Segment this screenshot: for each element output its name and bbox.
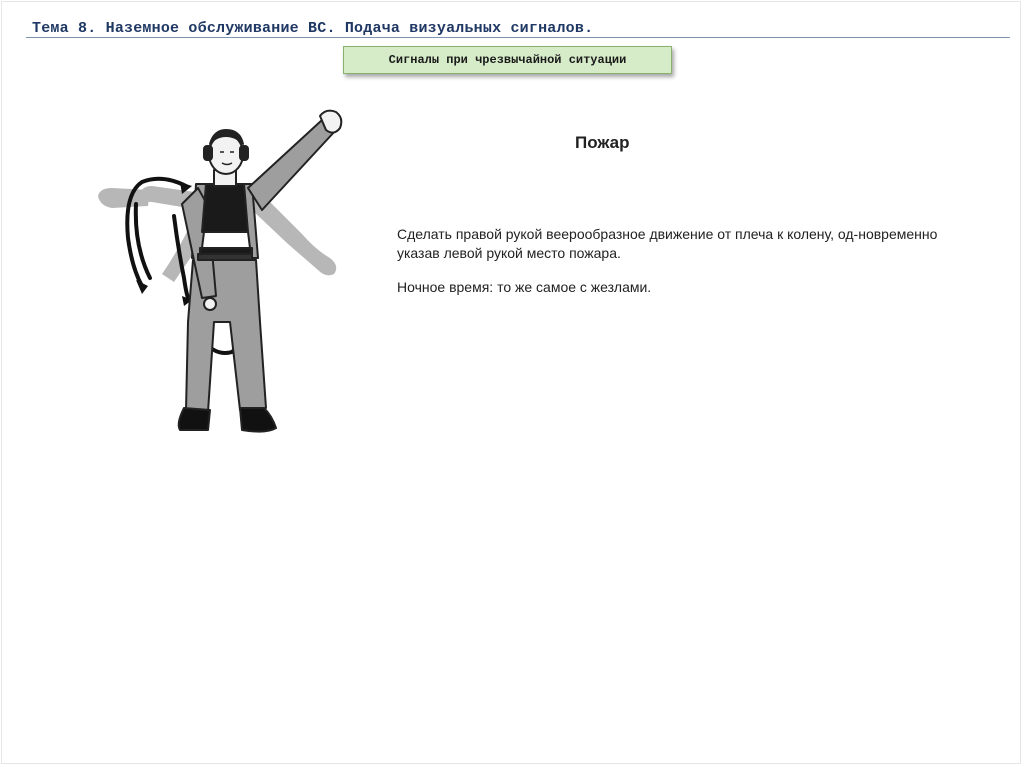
header-divider [26, 37, 1010, 38]
page-title: Тема 8. Наземное обслуживание ВС. Подача… [32, 20, 594, 37]
night-time-note: Ночное время: то же самое с жезлами. [397, 279, 652, 295]
marshaller-fire-signal-icon [98, 109, 343, 433]
section-badge: Сигналы при чрезвычайной ситуации [343, 46, 672, 74]
marshaller-body [177, 109, 343, 433]
section-badge-label: Сигналы при чрезвычайной ситуации [388, 53, 627, 67]
signal-description: Сделать правой рукой веерообразное движе… [397, 226, 938, 261]
signal-title: Пожар [575, 133, 630, 152]
